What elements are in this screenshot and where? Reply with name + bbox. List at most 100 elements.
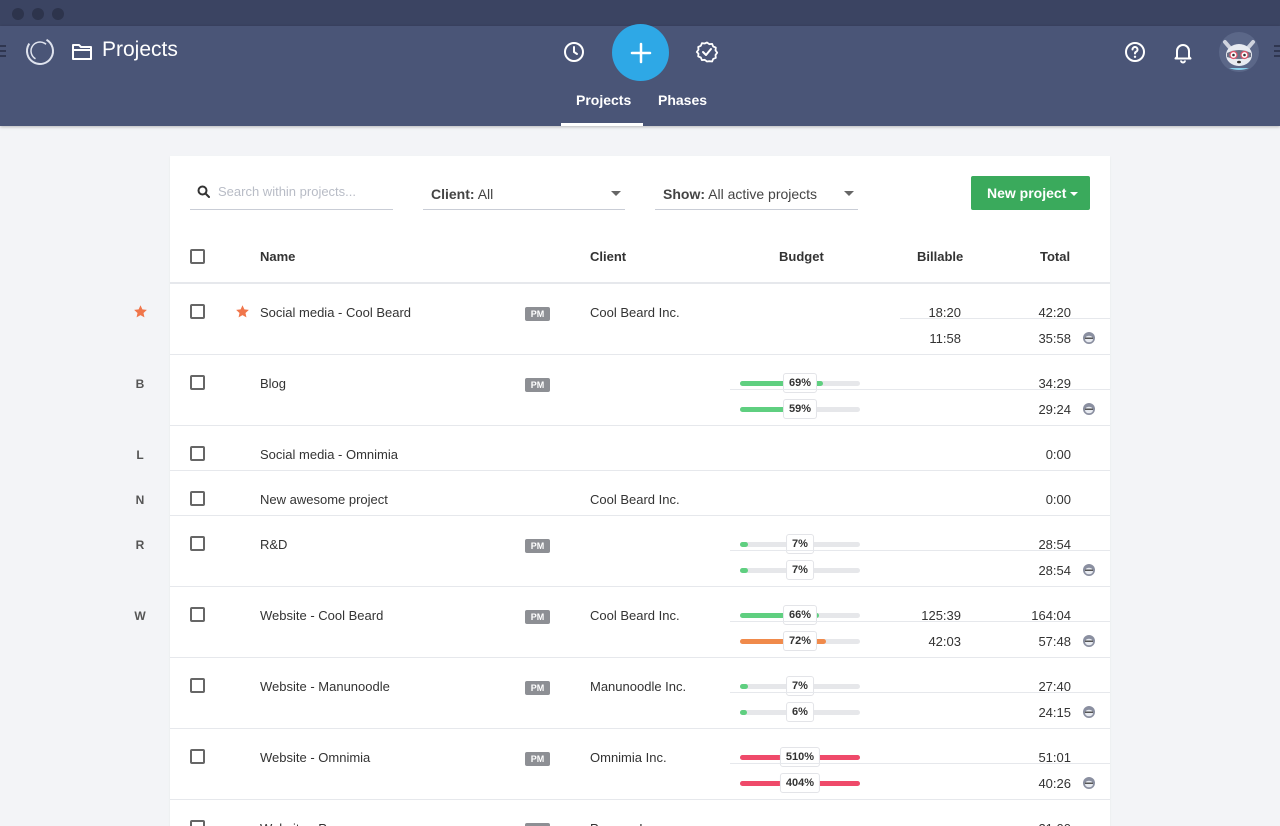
- budget-progress-fill: [740, 568, 749, 573]
- client-name: Manunoodle Inc.: [590, 679, 687, 694]
- project-name[interactable]: Social media - Omnimia: [260, 447, 398, 462]
- user-avatar-small: [1083, 403, 1095, 415]
- new-project-button[interactable]: New project: [971, 176, 1090, 210]
- sub-row-divider: [730, 550, 1110, 551]
- sub-row-divider: [730, 389, 1110, 390]
- row-star-icon[interactable]: [235, 304, 250, 319]
- group-letter: L: [136, 448, 144, 462]
- user-avatar[interactable]: [1219, 32, 1259, 72]
- budget-progress-bar: 7%: [740, 560, 860, 580]
- column-header-budget[interactable]: Budget: [779, 249, 824, 264]
- pm-badge: PM: [525, 752, 550, 766]
- group-letter: R: [135, 538, 145, 552]
- row-checkbox[interactable]: [190, 375, 205, 390]
- budget-progress-fill: [740, 542, 749, 547]
- client-filter-select[interactable]: Client: All: [423, 178, 625, 210]
- favorite-star-icon[interactable]: [133, 304, 148, 319]
- row-checkbox[interactable]: [190, 749, 205, 764]
- window-close-button[interactable]: [12, 8, 24, 20]
- page-title: Projects: [102, 38, 178, 61]
- row-divider: [170, 354, 1110, 355]
- column-header-name[interactable]: Name: [260, 249, 295, 264]
- search-icon: [197, 185, 210, 198]
- window-zoom-button[interactable]: [52, 8, 64, 20]
- budget-progress-fill: [740, 710, 748, 715]
- project-name[interactable]: Website - Omnimia: [260, 750, 370, 765]
- check-circle-icon[interactable]: [695, 40, 719, 64]
- user-avatar-small: [1083, 635, 1095, 647]
- row-checkbox[interactable]: [190, 446, 205, 461]
- row-divider: [170, 283, 1110, 284]
- column-header-client[interactable]: Client: [590, 249, 626, 264]
- window-titlebar: [0, 0, 1280, 26]
- chevron-down-icon: [844, 191, 854, 196]
- project-name[interactable]: Social media - Cool Beard: [260, 305, 411, 320]
- chevron-down-icon: [611, 191, 621, 196]
- window-minimize-button[interactable]: [32, 8, 44, 20]
- user-avatar-small: [1083, 332, 1095, 344]
- active-tab-indicator: [561, 123, 643, 126]
- budget-progress-bar: 7%: [740, 676, 860, 696]
- tab-projects[interactable]: Projects: [576, 92, 631, 108]
- project-name[interactable]: Blog: [260, 376, 286, 391]
- tab-phases[interactable]: Phases: [658, 92, 707, 108]
- app-logo-icon[interactable]: [24, 35, 56, 67]
- budget-progress-bar: 66%: [740, 605, 860, 625]
- total-time: 24:15: [1038, 705, 1071, 720]
- help-icon[interactable]: [1123, 40, 1147, 64]
- billable-time: 11:58: [929, 331, 961, 346]
- total-time: 29:24: [1038, 402, 1071, 417]
- row-checkbox[interactable]: [190, 820, 205, 826]
- budget-percent-label: 510%: [779, 747, 821, 767]
- budget-percent-label: 59%: [782, 399, 818, 419]
- budget-percent-label: 7%: [786, 560, 814, 580]
- plus-icon: [630, 42, 651, 63]
- user-avatar-small: [1083, 777, 1095, 789]
- right-menu-handle-icon[interactable]: [1274, 45, 1280, 59]
- budget-progress-bar: 69%: [740, 373, 860, 393]
- project-name[interactable]: Website - Manunoodle: [260, 679, 390, 694]
- row-checkbox[interactable]: [190, 304, 205, 319]
- select-all-checkbox[interactable]: [190, 249, 205, 264]
- billable-time: 42:03: [928, 634, 961, 649]
- clock-icon[interactable]: [562, 40, 586, 64]
- bell-icon[interactable]: [1171, 40, 1195, 64]
- pm-badge: PM: [525, 307, 550, 321]
- client-name: Cool Beard Inc.: [590, 492, 680, 507]
- budget-percent-label: 404%: [779, 773, 821, 793]
- client-name: Cool Beard Inc.: [590, 305, 680, 320]
- app-header: Projects Projects Phases: [0, 24, 1280, 126]
- chevron-down-icon[interactable]: [1070, 192, 1078, 196]
- budget-progress-bar: 59%: [740, 399, 860, 419]
- column-header-billable[interactable]: Billable: [917, 249, 963, 264]
- show-filter-label: Show:: [663, 186, 705, 202]
- show-filter-value: All active projects: [708, 186, 818, 202]
- projects-card: Client: All Show: All active projects Ne…: [170, 156, 1110, 826]
- total-time: 40:26: [1038, 776, 1071, 791]
- pm-badge: PM: [525, 681, 550, 695]
- left-menu-handle-icon[interactable]: [0, 45, 6, 59]
- project-name[interactable]: Website - Precero: [260, 821, 364, 826]
- row-checkbox[interactable]: [190, 678, 205, 693]
- row-divider: [170, 728, 1110, 729]
- show-filter-select[interactable]: Show: All active projects: [655, 178, 858, 210]
- row-checkbox[interactable]: [190, 536, 205, 551]
- project-name[interactable]: Website - Cool Beard: [260, 608, 383, 623]
- search-input[interactable]: [218, 184, 388, 199]
- row-divider: [170, 515, 1110, 516]
- project-name[interactable]: New awesome project: [260, 492, 388, 507]
- row-checkbox[interactable]: [190, 491, 205, 506]
- sub-row-divider: [730, 763, 1110, 764]
- row-checkbox[interactable]: [190, 607, 205, 622]
- budget-percent-label: 66%: [782, 605, 818, 625]
- project-name[interactable]: R&D: [260, 537, 287, 552]
- client-name: Precero Inc.: [590, 821, 660, 826]
- search-field[interactable]: [190, 178, 393, 210]
- budget-progress-bar: 6%: [740, 702, 860, 722]
- client-filter-value: All: [477, 186, 494, 202]
- budget-percent-label: 69%: [782, 373, 818, 393]
- add-time-button[interactable]: [612, 24, 669, 81]
- column-header-total[interactable]: Total: [1040, 249, 1070, 264]
- row-divider: [170, 425, 1110, 426]
- client-name: Cool Beard Inc.: [590, 608, 680, 623]
